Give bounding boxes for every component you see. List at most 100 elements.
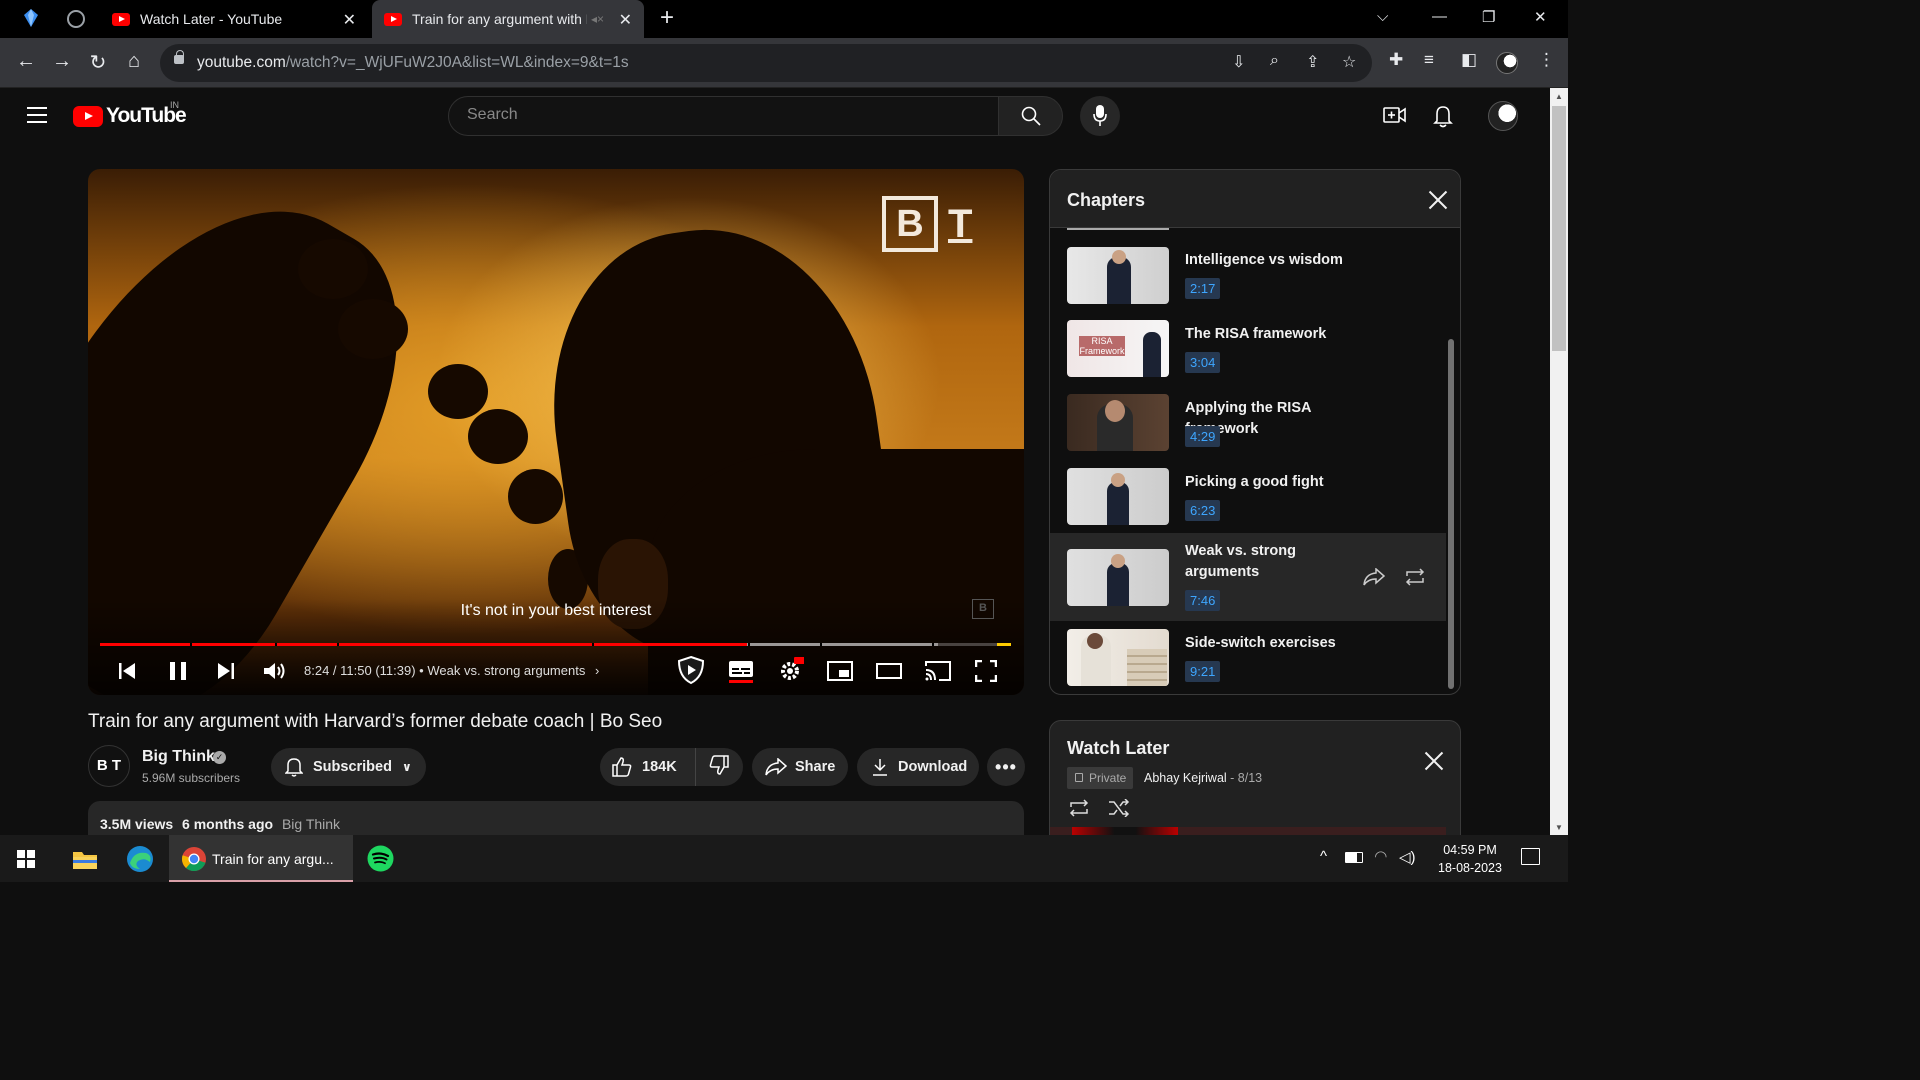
playlist-owner-link[interactable]: Abhay Kejriwal [1144,771,1227,785]
notifications-icon[interactable] [1521,848,1540,865]
chapter-timestamp[interactable]: 7:46 [1185,590,1221,611]
shield-extension-icon[interactable] [676,655,706,685]
chapter-item[interactable]: Applying the RISA framework 4:29 [1050,386,1446,460]
search-input[interactable] [467,106,967,124]
chapter-timestamp[interactable]: 9:21 [1185,661,1221,682]
download-button[interactable]: Download [857,748,979,786]
loop-playlist-icon[interactable] [1068,799,1090,817]
description-channel-link[interactable]: Big Think [282,816,340,832]
profile-avatar-icon[interactable] [1496,52,1518,74]
bookmark-star-icon[interactable]: ☆ [1342,52,1356,72]
menu-icon[interactable] [27,107,47,123]
audio-muted-icon[interactable]: ◂× [591,12,604,26]
youtube-logo[interactable]: YouTube [73,104,187,128]
media-control-icon[interactable]: ≡ [1424,50,1434,70]
create-video-icon[interactable] [1383,106,1407,124]
system-clock[interactable]: 04:59 PM 18-08-2023 [1425,841,1515,877]
globe-icon[interactable] [67,10,85,28]
chapter-timestamp[interactable]: 4:29 [1185,426,1221,447]
home-icon[interactable]: ⌂ [122,50,146,73]
share-chapter-icon[interactable] [1363,568,1385,586]
chapter-timestamp[interactable]: 3:04 [1185,352,1221,373]
close-tab-icon[interactable]: ✕ [343,10,356,30]
next-icon[interactable] [217,662,235,680]
restore-button[interactable]: ❐ [1482,8,1495,26]
tab-search-dropdown-icon[interactable]: ⌵ [1377,8,1388,25]
dislike-button[interactable] [696,755,729,779]
shuffle-icon[interactable] [1108,799,1130,817]
subtitles-icon[interactable] [728,660,754,684]
back-icon[interactable]: ← [14,50,38,73]
chapters-scrollbar-thumb[interactable] [1448,339,1454,689]
browser-menu-icon[interactable]: ⋮ [1538,50,1555,70]
fullscreen-icon[interactable] [975,660,997,682]
tab-current-video[interactable]: Train for any argument with H ◂× ✕ [372,0,644,38]
taskbar-chrome-window[interactable]: Train for any argu... [169,835,353,882]
scrollbar-thumb[interactable] [1552,106,1566,351]
share-page-icon[interactable]: ⇪ [1306,52,1319,72]
settings-gear-icon[interactable] [778,657,804,683]
chapter-item-active[interactable]: Weak vs. strong arguments 7:46 [1050,533,1446,621]
minimize-button[interactable]: — [1432,8,1447,25]
scroll-up-icon[interactable]: ▲ [1555,92,1563,101]
theater-mode-icon[interactable] [876,663,902,679]
progress-bar[interactable] [100,643,1011,646]
chapter-item[interactable]: RISA Framework The RISA framework 3:04 [1050,312,1446,386]
close-playlist-icon[interactable] [1424,751,1444,771]
chevron-right-icon[interactable]: › [595,663,599,678]
edge-browser-icon[interactable] [126,845,154,873]
windows-start-icon[interactable] [17,850,35,868]
tab-search-icon[interactable] [24,9,38,27]
scroll-down-icon[interactable]: ▼ [1555,823,1563,832]
notifications-bell-icon[interactable] [1433,104,1453,128]
subscribed-button[interactable]: Subscribed ∨ [271,748,426,786]
cast-icon[interactable] [925,660,951,682]
wifi-icon[interactable]: ◜◝ [1375,847,1387,865]
chapter-timestamp[interactable]: 2:17 [1185,278,1221,299]
chapter-item[interactable]: Side-switch exercises 9:21 [1050,621,1446,694]
new-tab-button[interactable]: + [660,4,674,32]
thumbs-down-icon [709,755,729,775]
chapter-divider [337,643,339,646]
search-button[interactable] [998,96,1063,136]
close-window-button[interactable]: ✕ [1534,8,1547,26]
chapter-item[interactable]: Picking a good fight 6:23 [1050,460,1446,534]
lock-icon[interactable] [174,50,184,64]
speaker-icon[interactable]: ◁) [1399,848,1416,866]
voice-search-button[interactable] [1080,96,1120,136]
more-actions-button[interactable]: ••• [987,748,1025,786]
miniplayer-icon[interactable] [827,661,853,681]
chapter-item[interactable]: Intelligence vs wisdom 2:17 [1050,238,1446,312]
reload-icon[interactable]: ↻ [86,50,110,75]
account-avatar[interactable] [1488,101,1518,131]
file-explorer-icon[interactable] [72,848,98,870]
side-panel-icon[interactable]: ◧ [1461,50,1477,70]
channel-avatar[interactable]: B T [88,745,130,787]
address-bar[interactable]: youtube.com/watch?v=_WjUFuW2J0A&list=WL&… [160,44,1372,82]
chevron-up-icon[interactable]: ^ [1320,848,1327,865]
close-tab-icon[interactable]: ✕ [619,10,632,30]
pause-icon[interactable] [168,661,188,681]
branding-watermark-icon[interactable]: B [972,599,994,619]
zoom-icon[interactable]: ⌕ [1270,52,1279,70]
current-chapter-link[interactable]: Weak vs. strong arguments [427,663,585,678]
volume-icon[interactable] [263,661,287,681]
like-button[interactable]: 184K [600,748,696,786]
watch-later-title[interactable]: Watch Later [1067,738,1169,759]
previous-icon[interactable] [118,662,136,680]
share-button[interactable]: Share [752,748,848,786]
chapter-timestamp[interactable]: 6:23 [1185,500,1221,521]
close-chapters-icon[interactable] [1428,190,1448,210]
url-text[interactable]: youtube.com/watch?v=_WjUFuW2J0A&list=WL&… [197,54,629,72]
install-app-icon[interactable]: ⇩ [1232,52,1245,72]
battery-icon[interactable] [1345,852,1363,863]
extensions-icon[interactable]: ✚ [1389,50,1403,70]
forward-icon[interactable]: → [50,50,74,73]
tab-watch-later[interactable]: Watch Later - YouTube ✕ [100,0,368,38]
loop-chapter-icon[interactable] [1404,568,1426,586]
video-player[interactable]: B T It's not in your best interest B 8:2… [88,169,1024,695]
channel-name[interactable]: Big Think [142,748,215,766]
page-scrollbar[interactable]: ▲ ▼ [1550,88,1568,835]
search-box[interactable] [448,96,999,136]
spotify-icon[interactable] [367,845,394,872]
